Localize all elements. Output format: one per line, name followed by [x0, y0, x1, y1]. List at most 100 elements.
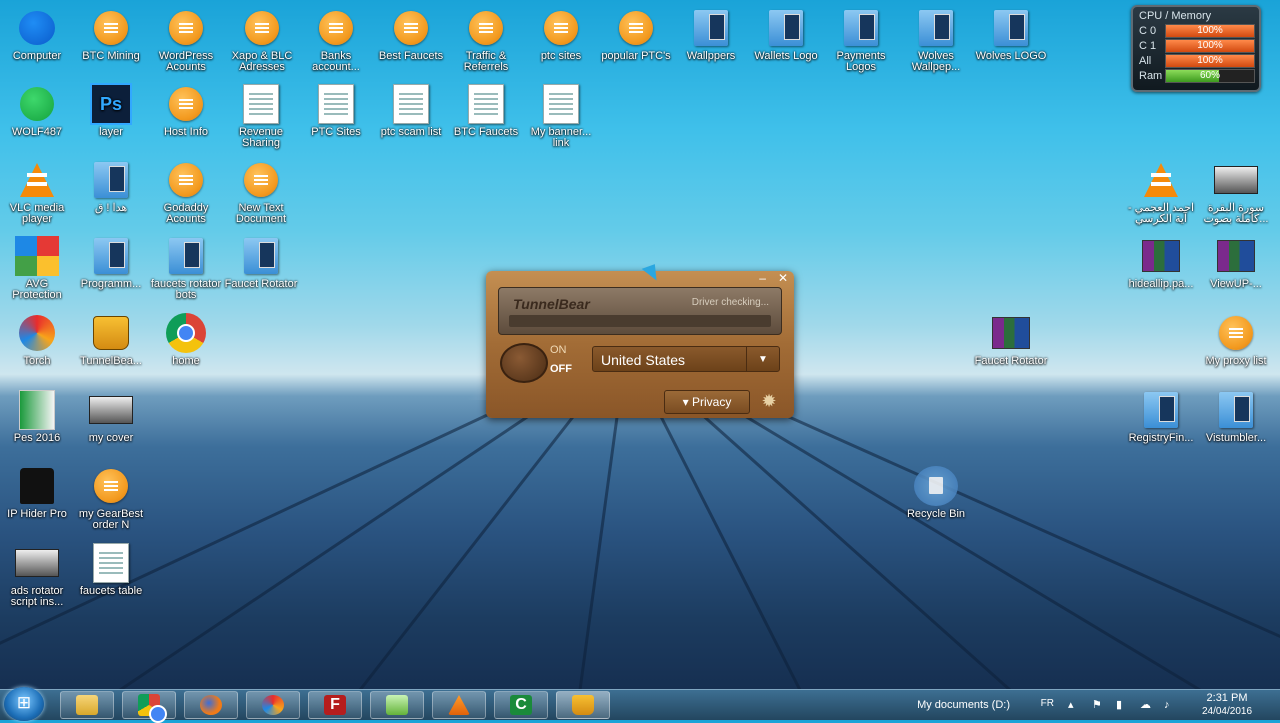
folder-icon	[1144, 392, 1178, 428]
minimize-button[interactable]: –	[759, 271, 766, 285]
icon-label: Xapo & BLC Adresses	[231, 50, 293, 73]
taskbar-filezilla[interactable]: F	[308, 691, 362, 719]
winrar-icon	[1142, 240, 1180, 272]
folder-menu-icon	[469, 11, 503, 45]
desktop-icon-programm[interactable]: Programm...	[74, 236, 148, 290]
tunnelbear-logo: TunnelBear	[513, 296, 590, 312]
desktop-icon-vlc[interactable]: VLC media player	[0, 160, 74, 225]
desktop-icon-layer[interactable]: Ps layer	[74, 83, 148, 138]
desktop-icon-torch[interactable]: Torch	[0, 313, 74, 367]
desktop-icon-wolf[interactable]: WOLF487	[0, 84, 74, 138]
desktop-icon-ptc-sites[interactable]: ptc sites	[524, 8, 598, 62]
taskbar-camtasia[interactable]: C	[494, 691, 548, 719]
desktop-icon-vlc-arabic[interactable]: احمد العجمي - آية الكرسي	[1124, 160, 1198, 225]
desktop-icon-faucets-table[interactable]: faucets table	[74, 543, 148, 597]
row-label: C 0	[1139, 24, 1157, 37]
desktop-icon-wolves-wallpep[interactable]: Wolves Wallpep...	[899, 8, 973, 73]
cpu-row-all: All 100%	[1133, 53, 1259, 68]
folder-icon	[1219, 392, 1253, 428]
action-center-flag-icon[interactable]: ⚑	[1092, 699, 1104, 711]
my-documents-toolbar[interactable]: My documents (D:)	[917, 699, 1010, 711]
icon-label: Traffic & Referrels	[463, 50, 509, 73]
desktop-icon-xapo[interactable]: Xapo & BLC Adresses	[225, 8, 299, 73]
desktop-icon-wallets-logo[interactable]: Wallets Logo	[749, 8, 823, 62]
cpu-row-c1: C 1 100%	[1133, 38, 1259, 53]
chrome-icon	[138, 694, 167, 723]
desktop-icon-recycle-bin[interactable]: Recycle Bin	[899, 466, 973, 520]
desktop-icon-faucet-rotator-rar[interactable]: Faucet Rotator	[974, 313, 1048, 367]
desktop-icon-popular-ptcs[interactable]: popular PTC's	[599, 8, 673, 62]
desktop-icon-traffic[interactable]: Traffic & Referrels	[449, 8, 523, 73]
desktop-icon-payments-logos[interactable]: Payments Logos	[824, 8, 898, 73]
desktop-icon-pes[interactable]: Pes 2016	[0, 390, 74, 444]
camtasia-icon: C	[510, 695, 532, 715]
folder-menu-icon	[244, 163, 278, 197]
desktop-icon-arabic-folder[interactable]: هدا ! ق	[74, 160, 148, 214]
on-label: ON	[550, 344, 567, 356]
cloud-icon[interactable]: ☁	[1140, 699, 1152, 711]
chrome-icon	[166, 313, 206, 353]
icon-label: faucets table	[79, 585, 143, 597]
taskbar-firefox[interactable]	[184, 691, 238, 719]
taskbar-chrome[interactable]	[122, 691, 176, 723]
start-button[interactable]	[4, 687, 44, 721]
folder-icon	[844, 10, 878, 46]
recycle-bin-icon	[914, 466, 958, 506]
usage-value: 100%	[1197, 24, 1223, 36]
desktop-icon-ads-rotator[interactable]: ads rotator script ins...	[0, 543, 74, 608]
notepad-icon	[386, 695, 408, 715]
desktop-icon-my-cover[interactable]: my cover	[74, 390, 148, 444]
show-hidden-icons-icon[interactable]: ▴	[1068, 699, 1080, 711]
desktop-icon-banks[interactable]: Banks account...	[299, 8, 373, 73]
desktop-icon-vistumbler[interactable]: Vistumbler...	[1199, 390, 1273, 444]
desktop-icon-faucets-rotator-bots[interactable]: faucets rotator bots	[149, 236, 223, 301]
desktop-icon-gearbest[interactable]: my GearBest order N	[74, 466, 148, 531]
desktop-icon-host-info[interactable]: Host Info	[149, 84, 223, 138]
network-icon[interactable]: ▮	[1116, 699, 1128, 711]
on-off-toggle[interactable]	[500, 343, 548, 383]
volume-icon[interactable]: ♪	[1164, 699, 1176, 711]
dropdown-arrow-icon[interactable]: ▼	[746, 347, 779, 371]
taskbar-tunnelbear[interactable]	[556, 691, 610, 719]
taskbar-notepad[interactable]	[370, 691, 424, 719]
desktop-icon-btc-mining[interactable]: BTC Mining	[74, 8, 148, 62]
close-button[interactable]: ✕	[778, 271, 788, 285]
folder-icon	[94, 162, 128, 198]
desktop-icon-ptc-scam[interactable]: ptc scam list	[374, 84, 448, 138]
desktop-icon-wordpress[interactable]: WordPress Acounts	[149, 8, 223, 73]
icon-label: احمد العجمي - آية الكرسي	[1127, 202, 1195, 225]
language-indicator[interactable]: FR	[1041, 698, 1054, 709]
desktop-icon-video-arabic[interactable]: سورة البقرة كاملة بصوت...	[1199, 160, 1273, 225]
desktop-icon-faucet-rotator-folder[interactable]: Faucet Rotator	[224, 236, 298, 290]
taskbar-explorer[interactable]	[60, 691, 114, 719]
desktop-icon-ptc-sites-doc[interactable]: PTC Sites	[299, 84, 373, 138]
desktop-icon-tunnelbear[interactable]: TunnelBea...	[74, 313, 148, 367]
desktop-icon-btc-faucets[interactable]: BTC Faucets	[449, 84, 523, 138]
desktop-icon-home[interactable]: home	[149, 313, 223, 367]
usage-value: 100%	[1197, 39, 1223, 51]
desktop-icon-revenue[interactable]: Revenue Sharing	[224, 84, 298, 149]
desktop-icon-best-faucets[interactable]: Best Faucets	[374, 8, 448, 62]
tunnelbear-window[interactable]: – ✕ TunnelBear Driver checking... ON OFF…	[486, 271, 794, 418]
taskbar-torch[interactable]	[246, 691, 300, 719]
desktop-icon-hideallip[interactable]: hideallip.pa...	[1124, 236, 1198, 290]
desktop-icon-avg[interactable]: AVG Protection	[0, 236, 74, 301]
country-select[interactable]: United States ▼	[592, 346, 780, 372]
desktop-icon-my-banner[interactable]: My banner... link	[524, 84, 598, 149]
desktop-icon-godaddy[interactable]: Godaddy Acounts	[149, 160, 223, 225]
privacy-button[interactable]: ▾ Privacy	[664, 390, 750, 414]
gear-icon[interactable]: ✹	[758, 390, 780, 412]
desktop-icon-new-text[interactable]: New Text Document	[224, 160, 298, 225]
desktop-icon-wallppers[interactable]: Wallppers	[674, 8, 748, 62]
desktop-icon-ip-hider[interactable]: IP Hider Pro	[0, 466, 74, 520]
desktop-icon-viewup[interactable]: ViewUP-...	[1199, 236, 1273, 290]
desktop-icon-my-proxy[interactable]: My proxy list	[1199, 313, 1273, 367]
desktop-icon-computer[interactable]: Computer	[0, 8, 74, 62]
taskbar-vlc[interactable]	[432, 691, 486, 719]
desktop-icon-wolves-logo[interactable]: Wolves LOGO	[974, 8, 1048, 62]
cpu-memory-gadget[interactable]: CPU / Memory C 0 100% C 1 100% All 100% …	[1131, 5, 1261, 92]
clock[interactable]: 2:31 PM 24/04/2016	[1192, 692, 1262, 718]
avg-icon	[15, 236, 59, 276]
folder-menu-icon	[245, 11, 279, 45]
desktop-icon-registryfin[interactable]: RegistryFin...	[1124, 390, 1198, 444]
